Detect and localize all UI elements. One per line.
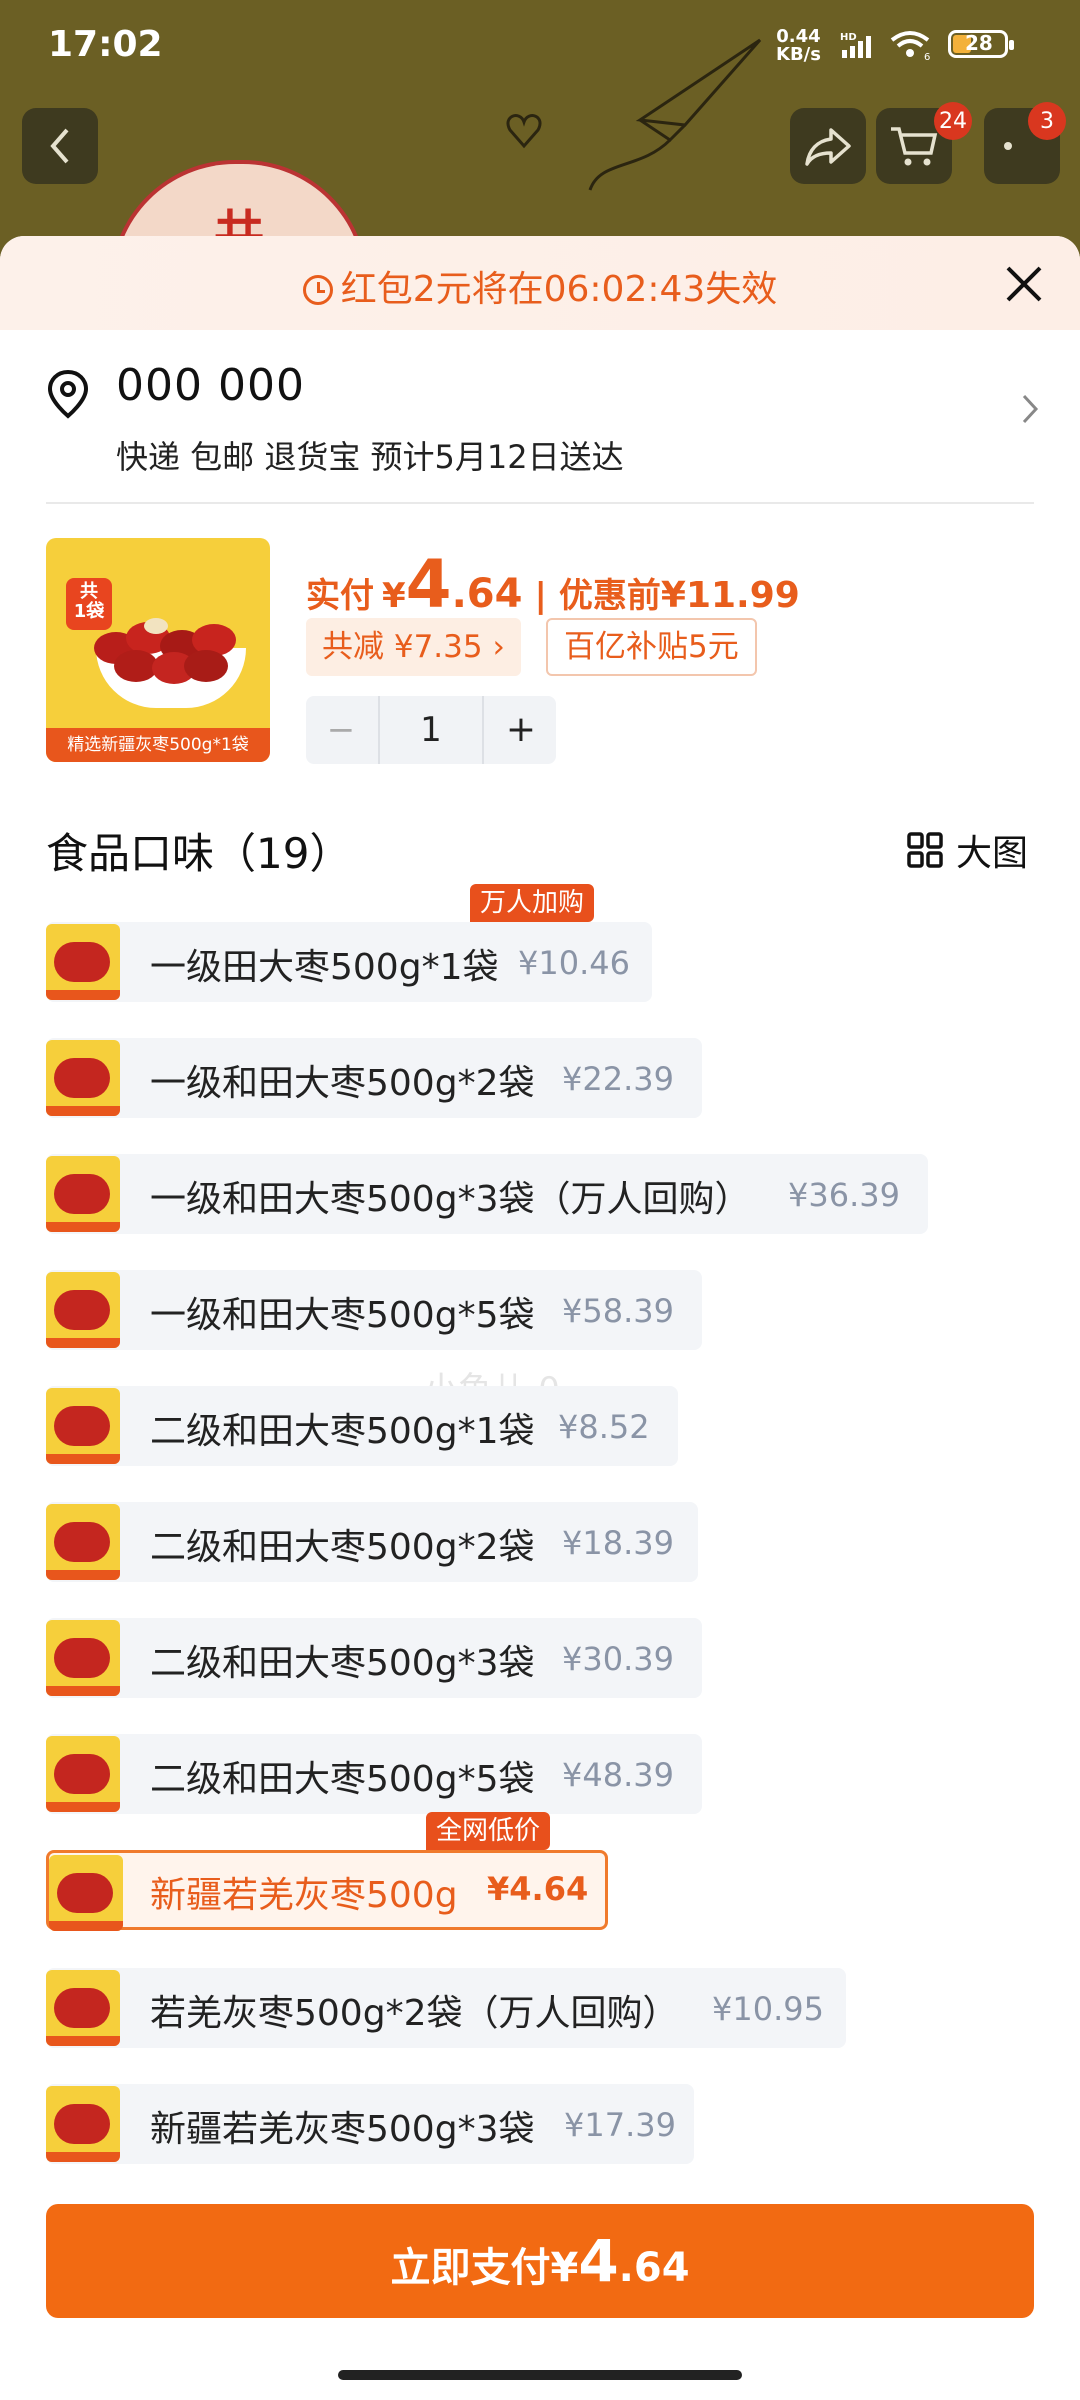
sku-thumbnail — [46, 1156, 120, 1232]
home-indicator[interactable] — [338, 2370, 742, 2380]
share-icon — [805, 128, 851, 166]
sku-selection-sheet: 红包2元将在06:02:43失效 000 000 快递 包邮 退货宝 预计5月1… — [0, 236, 1080, 2400]
message-count-badge: 3 — [1028, 102, 1066, 140]
back-button[interactable] — [22, 108, 98, 184]
flavor-section-title: 食品口味（19） — [46, 829, 352, 878]
red-packet-countdown: 红包2元将在06:02:43失效 — [340, 269, 778, 310]
delivery-info: 快递 包邮 退货宝 预计5月12日送达 — [116, 438, 624, 476]
sku-thumbnail — [46, 1736, 120, 1812]
location-pin-icon — [47, 369, 89, 419]
grid-icon — [907, 832, 943, 868]
sku-option[interactable]: 二级和田大枣500g*5袋 ¥48.39 — [46, 1734, 702, 1814]
popular-tag: 万人加购 — [470, 884, 595, 922]
sku-option[interactable]: 二级和田大枣500g*3袋 ¥30.39 — [46, 1618, 702, 1698]
wifi-icon: 6 — [890, 31, 930, 62]
quantity-value[interactable]: 1 — [378, 696, 484, 764]
sku-thumbnail — [46, 1620, 120, 1696]
subsidy-chip: 百亿补贴5元 — [546, 618, 757, 676]
close-icon[interactable] — [1002, 262, 1046, 306]
sku-thumbnail — [46, 1504, 120, 1580]
sku-thumbnail — [46, 1970, 120, 2046]
sku-option[interactable]: 一级和田大枣500g*3袋（万人回购） ¥36.39 — [46, 1154, 928, 1234]
product-image[interactable]: 共 1袋 精选新疆灰枣500g*1袋 — [46, 538, 270, 762]
more-dots-icon — [1004, 142, 1012, 150]
final-price-decimal: .64 — [451, 571, 523, 617]
sku-option[interactable]: 一级和田大枣500g*5袋 ¥58.39 — [46, 1270, 702, 1350]
product-image-caption: 精选新疆灰枣500g*1袋 — [46, 728, 270, 762]
decrease-button[interactable]: − — [306, 696, 376, 764]
sku-thumbnail — [46, 924, 120, 1000]
sku-option[interactable]: 二级和田大枣500g*1袋 ¥8.52 — [46, 1386, 678, 1466]
status-time: 17:02 — [48, 24, 163, 65]
original-price: ¥11.99 — [660, 575, 800, 616]
cart-icon — [891, 127, 938, 166]
sku-thumbnail — [49, 1855, 123, 1931]
final-price-integer: 4 — [405, 546, 452, 623]
network-speed: 0.44 KB/s — [776, 26, 821, 65]
red-dates-illustration — [94, 618, 236, 684]
battery-icon: 28 — [948, 30, 1014, 58]
share-button[interactable] — [790, 108, 866, 184]
total-discount-chip[interactable]: 共减 ¥7.35 › — [306, 618, 521, 676]
sku-option[interactable]: 一级和田大枣500g*2袋 ¥22.39 — [46, 1038, 702, 1118]
sku-thumbnail — [46, 1040, 120, 1116]
clock-icon — [302, 275, 333, 305]
sku-option[interactable]: 新疆若羌灰枣500g*3袋 ¥17.39 — [46, 2084, 694, 2164]
sku-option-selected[interactable]: 新疆若羌灰枣500g ¥4.64 — [46, 1850, 608, 1931]
svg-text:6: 6 — [924, 52, 930, 62]
sku-option[interactable]: 二级和田大枣500g*2袋 ¥18.39 — [46, 1502, 698, 1582]
lowest-price-tag: 全网低价 — [426, 1812, 551, 1850]
sku-option[interactable]: 一级田大枣500g*1袋 ¥10.46 — [46, 922, 652, 1002]
quantity-stepper: − 1 + — [306, 696, 556, 764]
cart-count-badge: 24 — [934, 102, 972, 140]
svg-text:HD: HD — [840, 32, 857, 43]
pay-now-button[interactable]: 立即支付¥4.64 — [46, 2204, 1034, 2318]
chevron-left-icon — [50, 128, 69, 164]
sku-thumbnail — [46, 1388, 120, 1464]
recipient-name: 000 000 — [116, 360, 305, 411]
status-bar: 17:02 0.44 KB/s HD 6 28 — [0, 0, 1080, 90]
sku-thumbnail — [46, 1272, 120, 1348]
chevron-right-icon — [1022, 394, 1039, 424]
red-packet-banner: 红包2元将在06:02:43失效 — [0, 236, 1080, 330]
signal-icon: HD — [840, 32, 871, 58]
price-summary: 实付 ¥4.64 | 优惠前¥11.99 — [306, 546, 800, 623]
divider — [46, 502, 1034, 504]
sku-thumbnail — [46, 2086, 120, 2162]
increase-button[interactable]: + — [486, 696, 556, 764]
large-view-toggle[interactable]: 大图 — [906, 824, 1028, 876]
cart-button[interactable]: 24 — [876, 102, 972, 184]
sku-option[interactable]: 若羌灰枣500g*2袋（万人回购） ¥10.95 — [46, 1968, 846, 2048]
more-button[interactable]: 3 — [984, 102, 1066, 184]
shipping-address-row[interactable]: 000 000 快递 包邮 退货宝 预计5月12日送达 — [0, 330, 1080, 500]
